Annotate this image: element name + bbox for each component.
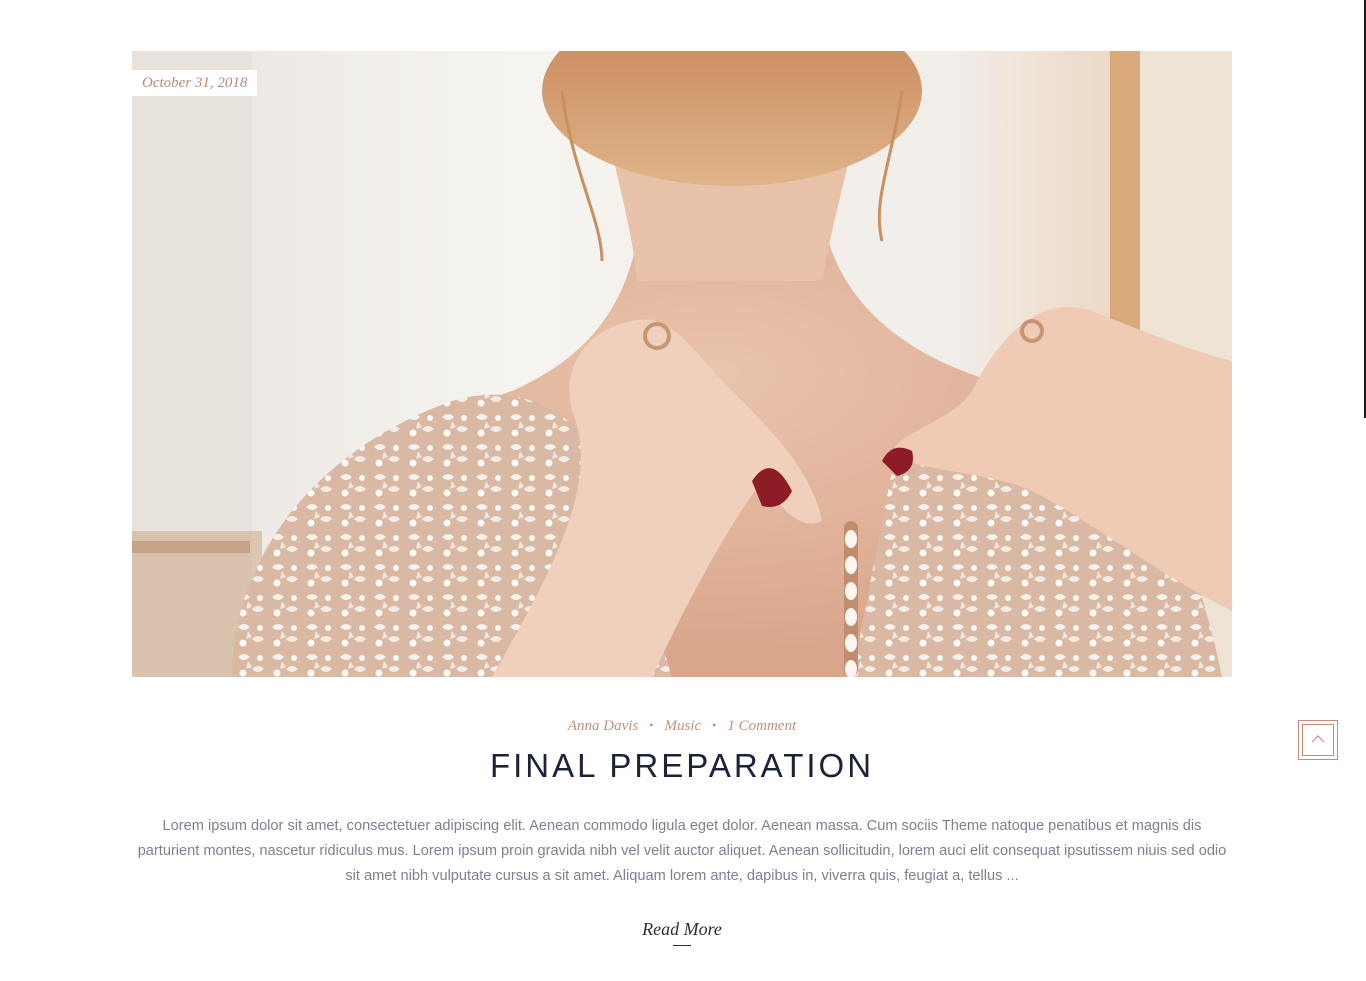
blog-post: October 31, 2018 Anna Davis • Music • 1 Comm… (132, 51, 1232, 946)
post-meta: Anna Davis • Music • 1 Comment (132, 718, 1232, 735)
meta-separator: • (712, 718, 717, 732)
post-comments-link[interactable]: 1 Comment (727, 718, 796, 734)
chevron-up-icon (1311, 735, 1325, 743)
read-more-wrapper: Read More (132, 919, 1232, 946)
page: October 31, 2018 Anna Davis • Music • 1 Comm… (0, 0, 1366, 981)
post-excerpt: Lorem ipsum dolor sit amet, consectetuer… (137, 818, 1227, 884)
read-more-link[interactable]: Read More (642, 919, 722, 946)
bride-dress-illustration (132, 51, 1232, 677)
post-author-link[interactable]: Anna Davis (568, 718, 638, 734)
back-to-top-button[interactable] (1298, 720, 1338, 760)
post-date-badge[interactable]: October 31, 2018 (132, 70, 258, 96)
post-category-link[interactable]: Music (665, 718, 702, 734)
post-featured-image[interactable]: October 31, 2018 (132, 51, 1232, 677)
post-title[interactable]: FINAL PREPARATION (132, 747, 1232, 785)
meta-separator: • (649, 718, 654, 732)
